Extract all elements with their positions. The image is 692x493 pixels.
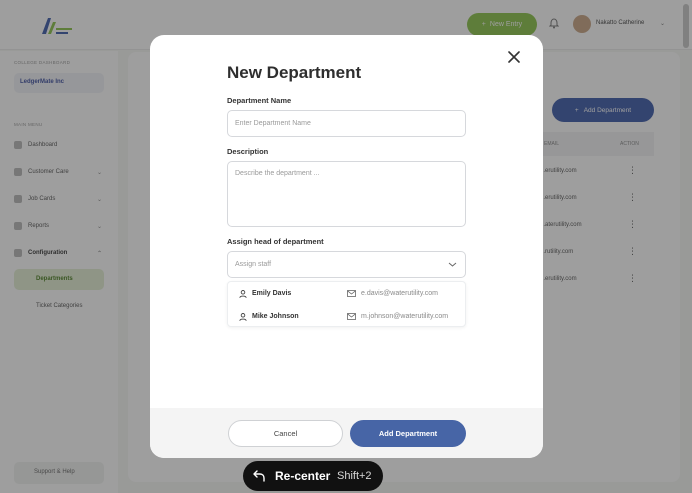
department-name-input[interactable] [227, 110, 466, 137]
staff-option[interactable]: Emily Davis e.davis@waterutility.com [228, 283, 467, 305]
staff-option[interactable]: Mike Johnson m.johnson@waterutility.com [228, 306, 467, 328]
description-textarea[interactable] [227, 161, 466, 227]
person-icon [239, 290, 247, 298]
add-department-button[interactable]: Add Department [350, 420, 466, 447]
assign-staff-select[interactable]: Assign staff [227, 251, 466, 278]
assign-staff-placeholder: Assign staff [235, 261, 272, 268]
close-icon[interactable] [507, 50, 521, 64]
mail-icon [347, 313, 356, 320]
chevron-down-icon [448, 262, 457, 267]
modal-title: New Department [227, 63, 362, 82]
new-department-modal: New Department Department Name Descripti… [150, 35, 543, 458]
assign-head-label: Assign head of department [227, 237, 324, 246]
recenter-button[interactable]: Re-center Shift+2 [243, 461, 383, 491]
staff-email: m.johnson@waterutility.com [361, 313, 449, 320]
staff-name: Emily Davis [252, 290, 292, 297]
staff-name: Mike Johnson [252, 313, 299, 320]
person-icon [239, 313, 247, 321]
department-name-label: Department Name [227, 96, 292, 105]
recenter-label: Re-center [275, 469, 331, 483]
description-label: Description [227, 147, 269, 156]
staff-dropdown-list: Emily Davis e.davis@waterutility.com Mik… [227, 281, 466, 327]
mail-icon [347, 290, 356, 297]
staff-email: e.davis@waterutility.com [361, 290, 438, 297]
undo-arrow-icon [253, 470, 265, 482]
cancel-button[interactable]: Cancel [228, 420, 343, 447]
recenter-shortcut: Shift+2 [337, 470, 372, 482]
modal-footer: Cancel Add Department [150, 408, 543, 458]
